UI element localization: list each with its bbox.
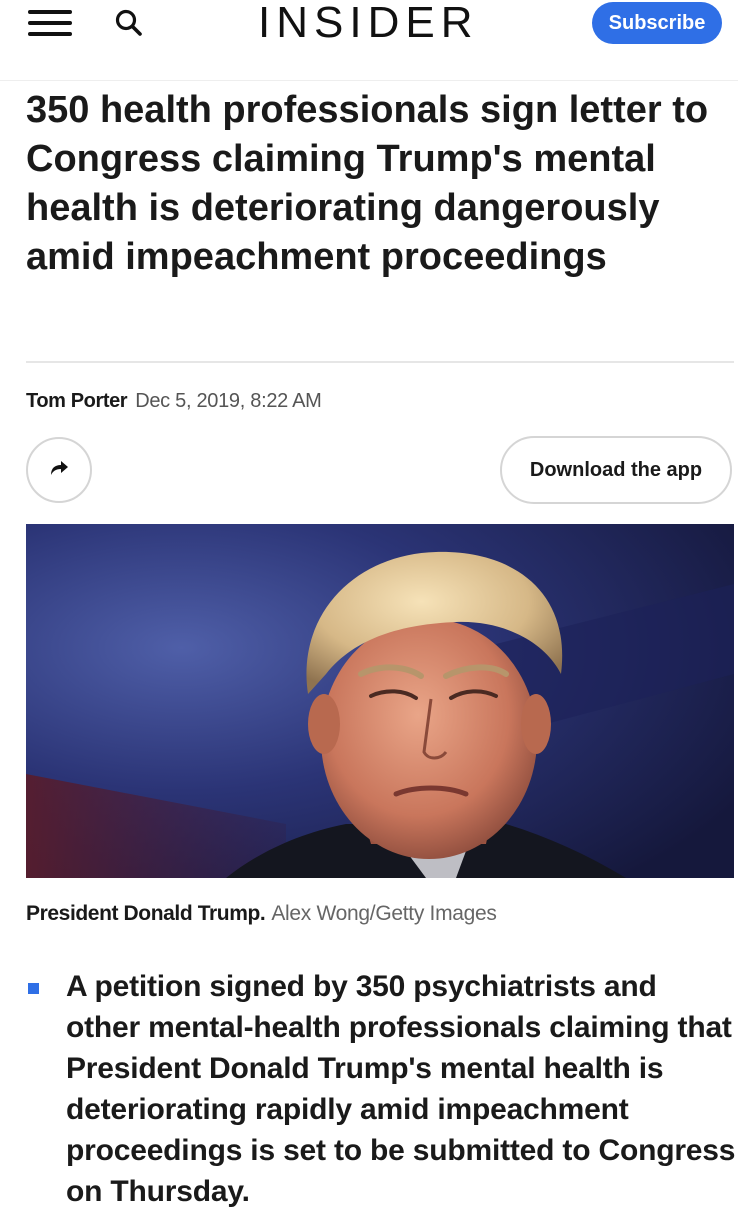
bullet-marker [28,983,39,994]
top-navigation-bar: INSIDER Subscribe [0,0,738,81]
publish-date: Dec 5, 2019, 8:22 AM [135,390,322,412]
share-button[interactable] [26,437,92,503]
article-hero-image [26,524,734,878]
caption-text: President Donald Trump. [26,902,266,925]
download-app-button[interactable]: Download the app [500,436,732,504]
subscribe-button[interactable]: Subscribe [592,2,722,44]
photo-credit: Alex Wong/Getty Images [271,902,497,925]
insider-logo[interactable]: INSIDER [258,0,478,46]
key-point-bullet: A petition signed by 350 psychiatrists a… [66,970,736,1208]
author-name[interactable]: Tom Porter [26,390,128,412]
search-icon[interactable] [112,6,146,40]
hamburger-menu-icon[interactable] [28,8,74,38]
share-arrow-icon [48,458,70,483]
byline: Tom Porter Dec 5, 2019, 8:22 AM [26,388,322,414]
divider [26,361,734,363]
image-caption: President Donald Trump. Alex Wong/Getty I… [26,900,497,928]
article-headline: 350 health professionals sign letter to … [26,89,709,278]
